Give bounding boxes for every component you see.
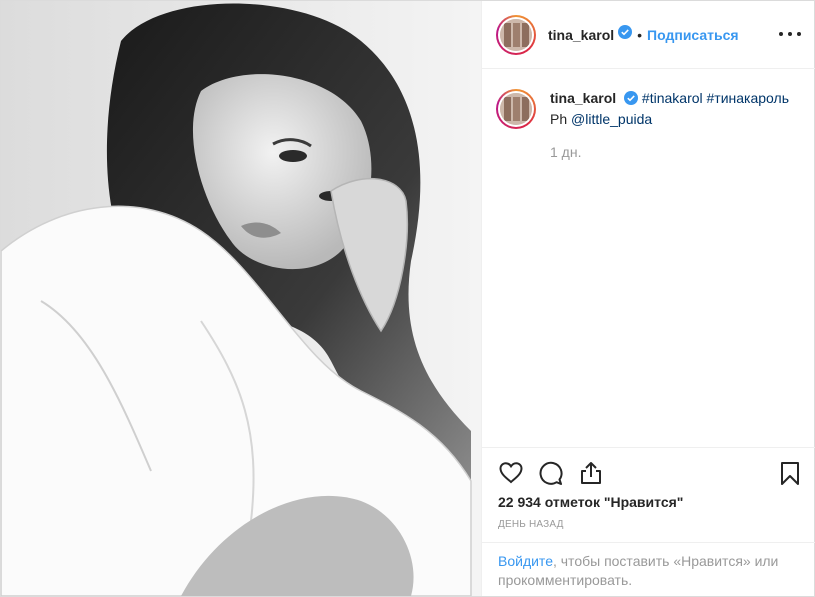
caption-time: 1 дн.: [550, 144, 582, 160]
caption-verified-badge-icon: [624, 91, 639, 110]
follow-button[interactable]: Подписаться: [647, 27, 739, 43]
share-icon[interactable]: [578, 460, 604, 486]
portrait-image: [1, 1, 481, 596]
username-link[interactable]: tina_karol: [548, 27, 614, 43]
photographer-prefix: Ph: [550, 111, 568, 127]
avatar-frame: [498, 16, 534, 53]
separator-dot: •: [637, 26, 643, 43]
actions-section: 22 934 отметок "Нравится" ДЕНЬ НАЗАД Вой…: [482, 447, 815, 596]
heart-icon[interactable]: [498, 460, 524, 486]
post-header: tina_karol • Подписаться: [482, 1, 815, 69]
more-dot: [779, 32, 783, 36]
mention-link[interactable]: @little_puida: [571, 111, 652, 127]
comment-icon[interactable]: [538, 460, 564, 486]
caption-block: tina_karol #tinakarol #тинакароль Ph @li…: [496, 89, 801, 162]
avatar: [500, 18, 532, 51]
action-icons: [498, 460, 803, 486]
caption-avatar: [500, 93, 532, 125]
bookmark-icon[interactable]: [777, 460, 803, 486]
caption-avatar-frame: [498, 91, 534, 127]
post-sidebar: tina_karol • Подписаться tina_karol #tin…: [481, 1, 815, 596]
post-photo[interactable]: [1, 1, 481, 596]
posted-time: ДЕНЬ НАЗАД: [498, 519, 564, 530]
more-dot: [797, 32, 801, 36]
hashtag-tinakarol-cyr[interactable]: #тинакароль: [707, 90, 789, 106]
story-ring[interactable]: [496, 14, 536, 55]
likes-count[interactable]: 22 934 отметок "Нравится": [498, 494, 683, 510]
more-options-icon[interactable]: [779, 25, 801, 43]
more-dot: [788, 32, 792, 36]
hashtag-tinakarol[interactable]: #tinakarol: [642, 90, 703, 106]
post-card: tina_karol • Подписаться tina_karol #tin…: [0, 0, 815, 597]
caption-text: tina_karol #tinakarol #тинакароль Ph @li…: [550, 89, 800, 162]
login-link[interactable]: Войдите: [498, 553, 553, 569]
login-prompt: Войдите, чтобы поставить «Нравится» или …: [482, 542, 815, 597]
caption-username[interactable]: tina_karol: [550, 90, 616, 106]
caption-story-ring[interactable]: [496, 89, 536, 129]
verified-badge-icon: [618, 25, 633, 44]
